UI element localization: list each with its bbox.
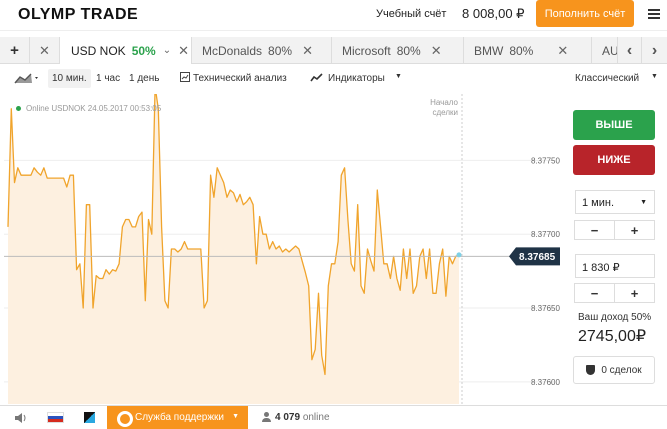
y-tick-label: 8.37750 [531,156,560,165]
top-bar: OLYMP TRADE Учебный счёт 8 008,00 ₽ ⌄ По… [0,0,667,31]
chart-type-icon[interactable] [14,71,40,88]
close-icon[interactable]: ✕ [39,43,50,59]
chevron-down-icon: ▼ [640,199,647,206]
chevron-down-icon[interactable]: ▼ [651,73,658,80]
bottom-bar: Служба поддержки ▼ 4 079 online [0,405,667,429]
current-price-label: 8.37685 [519,252,556,263]
logo[interactable]: OLYMP TRADE [18,6,138,24]
tab-bmw[interactable]: BMW 80% ✕ [464,37,592,64]
amount-plus-button[interactable]: + [614,283,655,303]
expiry-select[interactable]: 1 мин. ▼ [575,190,655,214]
account-type-label[interactable]: Учебный счёт [376,8,446,20]
tab-microsoft[interactable]: Microsoft 80% ✕ [332,37,464,64]
close-icon[interactable]: ✕ [557,43,568,59]
online-dot-icon [16,106,21,111]
up-button[interactable]: ВЫШЕ [573,110,655,140]
indicators-icon[interactable] [310,73,324,86]
chart-status: Online USDNOK 24.05.2017 00:53:05 [16,104,161,113]
theme-toggle-icon[interactable] [84,412,95,423]
chevron-down-icon[interactable]: ▼ [395,73,402,80]
chart-toolbar: 10 мин. 1 час 1 день Технический анализ … [0,64,667,94]
chevron-down-icon[interactable]: ⌄ [514,8,522,19]
deals-button[interactable]: 0 сделок [573,356,655,384]
close-icon[interactable]: ✕ [431,43,442,59]
price-chart[interactable]: 8.37750 8.37700 8.37650 8.37600 8.37685 Onli… [4,85,564,404]
down-button[interactable]: НИЖЕ [573,145,655,175]
trade-start-label: Начало сделки [430,98,458,117]
income-label: Ваш доход 50% [578,312,652,323]
chevron-left-icon[interactable]: ‹ [617,37,642,64]
indicators-button[interactable]: Индикаторы [328,73,385,84]
amount-minus-button[interactable]: − [574,283,615,303]
timeframe-1hour[interactable]: 1 час [96,73,120,84]
tab-mcdonalds[interactable]: McDonalds 80% ✕ [192,37,332,64]
timeframe-10min[interactable]: 10 мин. [48,69,91,88]
language-flag-icon[interactable] [47,412,64,423]
income-value: 2745,00₽ [578,328,647,345]
amount-input[interactable]: 1 830 ₽ [575,254,655,278]
support-button[interactable]: Служба поддержки ▼ [107,406,248,429]
user-icon [262,412,271,422]
time-minus-button[interactable]: − [574,220,615,240]
chevron-down-icon: ▼ [232,413,239,420]
deposit-button[interactable]: Пополнить счёт [536,0,634,27]
y-tick-label: 8.37650 [531,304,560,313]
timeframe-1day[interactable]: 1 день [129,73,159,84]
y-tick-label: 8.37600 [531,378,560,387]
menu-icon[interactable] [648,9,660,19]
online-count: 4 079 online [275,412,330,423]
time-plus-button[interactable]: + [614,220,655,240]
price-chart-svg[interactable]: 8.37750 8.37700 8.37650 8.37600 8.37685 [4,85,564,404]
last-point-marker [456,252,462,258]
trade-panel: ВЫШЕ НИЖЕ 1 мин. ▼ − + 1 830 ₽ − + Ваш д… [564,94,667,404]
tab-au[interactable]: AU [592,37,619,64]
chart-view-select[interactable]: Классический [575,73,639,84]
close-icon[interactable]: ✕ [302,43,313,59]
add-tab-button[interactable]: + [0,37,30,64]
asset-tabs: + ✕ USD NOK 50% ⌄ ✕ McDonalds 80% ✕ Micr… [0,37,667,64]
technical-analysis-button[interactable]: Технический анализ [193,73,287,84]
sound-icon[interactable] [14,411,28,429]
technical-analysis-icon[interactable] [180,72,190,85]
tab-usd-nok[interactable]: USD NOK 50% ⌄ ✕ [60,37,192,64]
y-tick-label: 8.37700 [531,230,560,239]
close-icon[interactable]: ✕ [178,43,189,59]
chevron-right-icon[interactable]: › [642,37,667,64]
shield-icon [586,365,596,375]
tab-close-partial[interactable]: ✕ [30,37,60,64]
chevron-down-icon[interactable]: ⌄ [163,45,171,56]
